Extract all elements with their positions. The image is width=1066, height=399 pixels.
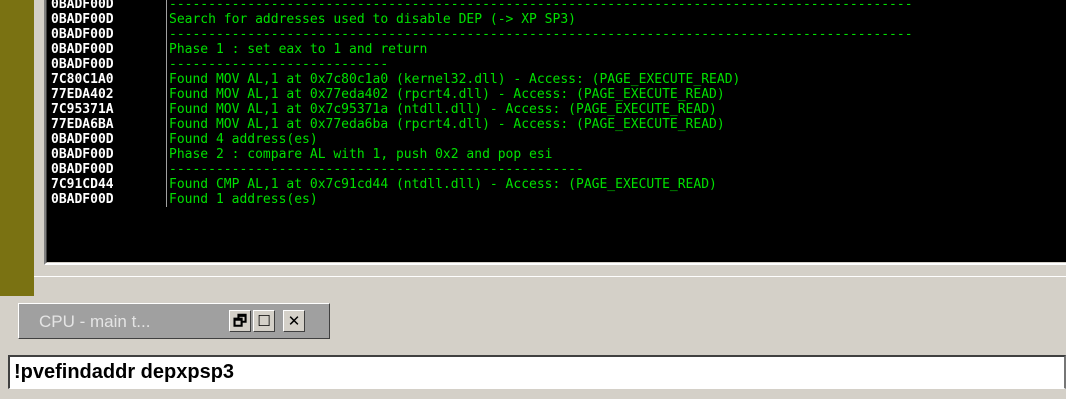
log-column-divider <box>166 42 167 57</box>
log-row-message: ----------------------------------------… <box>169 27 913 42</box>
debugger-window: 0BADF00D --------------------------------… <box>0 0 1066 399</box>
log-list: 0BADF00D --------------------------------… <box>46 0 1066 263</box>
log-row-address: 7C91CD44 <box>51 177 114 192</box>
log-row-message: Found CMP AL,1 at 0x7c91cd44 (ntdll.dll)… <box>169 177 717 192</box>
log-column-divider <box>166 87 167 102</box>
log-row-message: Found 1 address(es) <box>169 192 318 207</box>
maximize-icon[interactable]: ☐ <box>253 310 275 332</box>
log-column-divider <box>166 102 167 117</box>
log-row[interactable]: 77EDA6BA Found MOV AL,1 at 0x77eda6ba (rp… <box>47 117 1066 132</box>
log-row-address: 0BADF00D <box>51 12 114 27</box>
log-column-divider <box>166 177 167 192</box>
log-row[interactable]: 7C91CD44 Found CMP AL,1 at 0x7c91cd44 (nt… <box>47 177 1066 192</box>
log-row-address: 0BADF00D <box>51 0 114 12</box>
log-row[interactable]: 0BADF00D Search for addresses used to dis… <box>47 12 1066 27</box>
restore-icon[interactable]: 🗗 <box>229 310 251 332</box>
log-row[interactable]: 0BADF00D --------------------------------… <box>47 27 1066 42</box>
minimized-cpu-window[interactable]: CPU - main t... 🗗 ☐ ✕ <box>18 303 330 339</box>
log-row-address: 77EDA402 <box>51 87 114 102</box>
close-icon[interactable]: ✕ <box>283 310 305 332</box>
minimized-window-title[interactable]: CPU - main t... <box>39 312 150 332</box>
log-row[interactable]: 7C95371A Found MOV AL,1 at 0x7c95371a (nt… <box>47 102 1066 117</box>
log-row-message: Found MOV AL,1 at 0x77eda6ba (rpcrt4.dll… <box>169 117 725 132</box>
log-row-address: 7C95371A <box>51 102 114 117</box>
log-column-divider <box>166 162 167 177</box>
log-row-address: 0BADF00D <box>51 27 114 42</box>
log-row-address: 77EDA6BA <box>51 117 114 132</box>
log-row[interactable]: 0BADF00D Phase 1 : set eax to 1 and retur… <box>47 42 1066 57</box>
log-column-divider <box>166 27 167 42</box>
log-column-divider <box>166 117 167 132</box>
mdi-backdrop <box>0 0 34 296</box>
log-column-divider <box>166 57 167 72</box>
log-column-divider <box>166 0 167 12</box>
log-column-divider <box>166 192 167 207</box>
log-row-message: Phase 1 : set eax to 1 and return <box>169 42 428 57</box>
log-row-address: 0BADF00D <box>51 162 114 177</box>
log-window[interactable]: 0BADF00D --------------------------------… <box>44 0 1066 265</box>
log-row-message: ----------------------------------------… <box>169 162 584 177</box>
log-row-address: 7C80C1A0 <box>51 72 114 87</box>
log-row[interactable]: 0BADF00D ---------------------------- <box>47 57 1066 72</box>
log-column-divider <box>166 147 167 162</box>
log-row-message: ----------------------------------------… <box>169 0 913 12</box>
log-row-message: Found MOV AL,1 at 0x7c80c1a0 (kernel32.d… <box>169 72 741 87</box>
log-row-address: 0BADF00D <box>51 42 114 57</box>
log-column-divider <box>166 132 167 147</box>
log-row-message: Found MOV AL,1 at 0x77eda402 (rpcrt4.dll… <box>169 87 725 102</box>
log-row-address: 0BADF00D <box>51 57 114 72</box>
log-row[interactable]: 0BADF00D --------------------------------… <box>47 0 1066 12</box>
log-row[interactable]: 0BADF00D Found 4 address(es) <box>47 132 1066 147</box>
log-row[interactable]: 0BADF00D --------------------------------… <box>47 162 1066 177</box>
log-row[interactable]: 0BADF00D Phase 2 : compare AL with 1, pus… <box>47 147 1066 162</box>
log-row-address: 0BADF00D <box>51 147 114 162</box>
log-row[interactable]: 0BADF00D Found 1 address(es) <box>47 192 1066 207</box>
log-row-message: Found 4 address(es) <box>169 132 318 147</box>
log-row-message: Search for addresses used to disable DEP… <box>169 12 576 27</box>
log-column-divider <box>166 72 167 87</box>
log-row-message: Phase 2 : compare AL with 1, push 0x2 an… <box>169 147 553 162</box>
log-row-address: 0BADF00D <box>51 192 114 207</box>
log-window-bottom-border <box>34 276 1066 297</box>
log-row-address: 0BADF00D <box>51 132 114 147</box>
command-bar <box>0 349 1066 399</box>
log-column-divider <box>166 12 167 27</box>
command-input[interactable] <box>8 355 1066 389</box>
log-row-message: Found MOV AL,1 at 0x7c95371a (ntdll.dll)… <box>169 102 717 117</box>
log-row[interactable]: 7C80C1A0 Found MOV AL,1 at 0x7c80c1a0 (ke… <box>47 72 1066 87</box>
log-row-message: ---------------------------- <box>169 57 389 72</box>
log-row[interactable]: 77EDA402 Found MOV AL,1 at 0x77eda402 (rp… <box>47 87 1066 102</box>
